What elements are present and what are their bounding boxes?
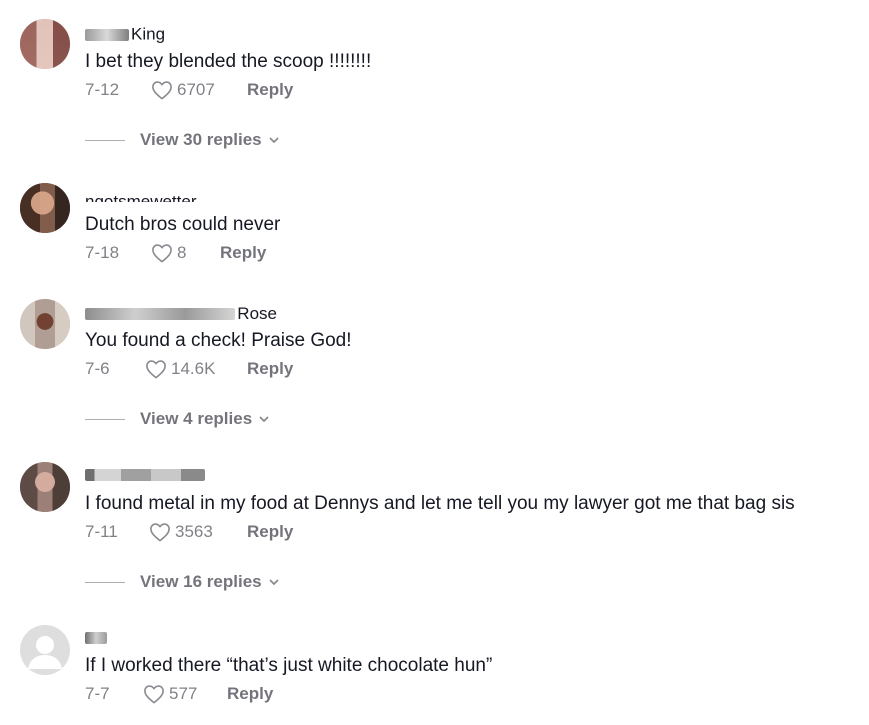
like-button[interactable]: 6707 [151,78,215,102]
default-user-avatar-icon [20,625,70,675]
divider-line [85,418,125,420]
comment-text: You found a check! Praise God! [85,330,352,351]
reply-button[interactable]: Reply [220,241,266,265]
comment-date: 7-6 [85,359,110,378]
like-button[interactable]: 3563 [149,520,213,544]
comment-username[interactable]: ngotsmewetter [85,186,197,206]
avatar[interactable] [20,19,70,69]
heart-outline-icon [152,81,172,100]
comment-text: I bet they blended the scoop !!!!!!!! [85,51,372,72]
like-button[interactable]: 14.6K [145,357,215,381]
heart-outline-icon [146,360,166,379]
heart-outline-icon [150,523,170,542]
like-button[interactable]: 577 [143,682,197,706]
view-replies-label: View 30 replies [140,130,262,149]
like-count: 8 [177,243,187,262]
chevron-down-icon [269,579,279,585]
divider-line [85,581,125,583]
reply-button[interactable]: Reply [247,78,293,102]
avatar[interactable] [20,462,70,512]
chevron-down-icon [269,137,279,143]
comment-date: 7-12 [85,80,120,99]
like-count: 3563 [175,522,213,541]
like-button[interactable]: 8 [151,241,186,265]
comment-username[interactable] [85,627,109,648]
avatar[interactable] [20,299,70,349]
like-count: 577 [169,684,198,703]
comment-date: 7-7 [85,684,110,703]
comment-text: If I worked there “that’s just white cho… [85,655,493,676]
comment-text: I found metal in my food at Dennys and l… [85,493,795,514]
avatar[interactable] [20,183,70,233]
view-replies-button[interactable]: View 16 replies [85,570,280,594]
divider-line [85,139,125,141]
comment-username[interactable]: Felecia Kimberly Rose [85,303,277,324]
reply-button[interactable]: Reply [247,520,293,544]
view-replies-label: View 16 replies [140,572,262,591]
view-replies-label: View 4 replies [140,409,253,428]
heart-outline-icon [144,685,164,704]
reply-button[interactable]: Reply [227,682,273,706]
avatar[interactable] [20,625,70,675]
like-count: 14.6K [171,359,216,378]
comment-date: 7-11 [85,522,118,541]
heart-outline-icon [152,244,172,263]
like-count: 6707 [177,80,215,99]
comment-date: 7-18 [85,243,120,262]
view-replies-button[interactable]: View 4 replies [85,407,270,431]
view-replies-button[interactable]: View 30 replies [85,128,280,152]
comment-text: Dutch bros could never [85,214,281,235]
reply-button[interactable]: Reply [247,357,293,381]
comment-username[interactable] [85,464,207,485]
comment-username[interactable]: King [85,24,165,45]
chevron-down-icon [259,416,269,422]
